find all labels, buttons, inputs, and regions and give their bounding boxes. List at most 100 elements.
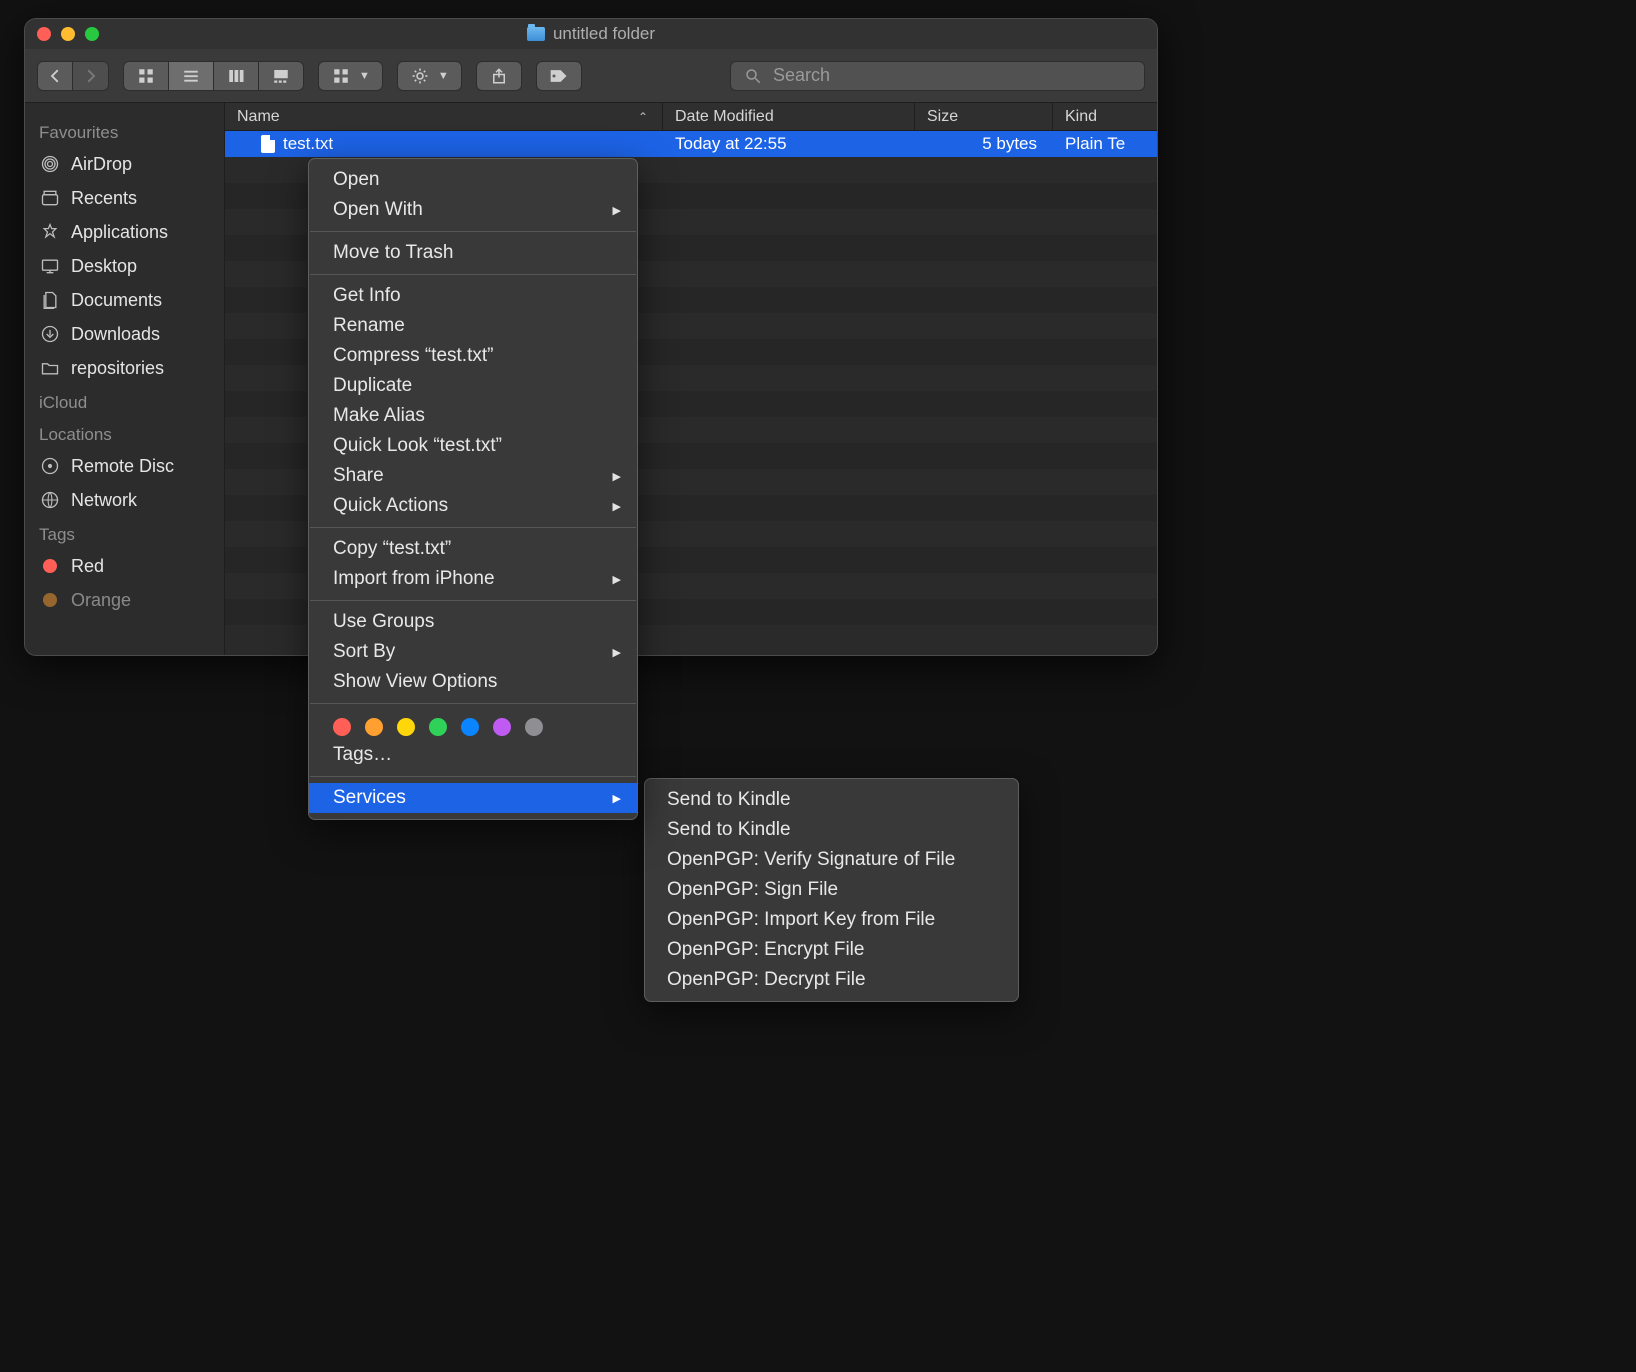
applications-icon (39, 221, 61, 243)
share-button[interactable] (476, 61, 522, 91)
column-header-label: Size (927, 108, 958, 126)
list-view-button[interactable] (169, 61, 214, 91)
menu-item-make-alias[interactable]: Make Alias (309, 401, 637, 431)
window-controls (37, 27, 99, 41)
menu-item-share[interactable]: Share (309, 461, 637, 491)
sidebar-item-remote-disc[interactable]: Remote Disc (25, 449, 224, 483)
action-button[interactable]: ▼ (397, 61, 462, 91)
sidebar-heading-locations: Locations (25, 417, 224, 449)
menu-item-get-info[interactable]: Get Info (309, 281, 637, 311)
submenu-item[interactable]: OpenPGP: Sign File (645, 875, 1018, 905)
tag-color-option[interactable] (397, 718, 415, 736)
menu-item-open-with[interactable]: Open With (309, 195, 637, 225)
icon-view-button[interactable] (123, 61, 169, 91)
maximize-window-button[interactable] (85, 27, 99, 41)
column-header-size[interactable]: Size (915, 103, 1053, 130)
submenu-item[interactable]: OpenPGP: Encrypt File (645, 935, 1018, 965)
menu-item-label: Quick Actions (333, 495, 448, 517)
sidebar-item-downloads[interactable]: Downloads (25, 317, 224, 351)
services-submenu[interactable]: Send to KindleSend to KindleOpenPGP: Ver… (644, 778, 1019, 1002)
tag-color-option[interactable] (365, 718, 383, 736)
menu-item-label: Move to Trash (333, 242, 453, 264)
chevron-right-icon (81, 67, 101, 85)
menu-item-move-to-trash[interactable]: Move to Trash (309, 238, 637, 268)
sidebar-item-repositories[interactable]: repositories (25, 351, 224, 385)
nav-group (37, 61, 109, 91)
sidebar-item-label: Applications (71, 222, 168, 243)
documents-icon (39, 289, 61, 311)
menu-item-tags[interactable]: Tags… (309, 740, 637, 770)
search-placeholder: Search (773, 65, 830, 86)
menu-separator (310, 231, 636, 232)
menu-item-services[interactable]: Services (309, 783, 637, 813)
menu-item-label: Services (333, 787, 406, 809)
menu-item-open[interactable]: Open (309, 165, 637, 195)
menu-item-sort-by[interactable]: Sort By (309, 637, 637, 667)
submenu-item[interactable]: Send to Kindle (645, 785, 1018, 815)
tag-color-option[interactable] (461, 718, 479, 736)
sidebar-item-label: repositories (71, 358, 164, 379)
column-header-date[interactable]: Date Modified (663, 103, 915, 130)
column-header-label: Kind (1065, 108, 1097, 126)
chevron-down-icon: ▼ (438, 70, 449, 82)
sidebar-tag-orange[interactable]: Orange (25, 583, 224, 617)
tag-color-option[interactable] (429, 718, 447, 736)
tag-color-option[interactable] (333, 718, 351, 736)
sidebar-item-label: Red (71, 556, 104, 577)
submenu-item[interactable]: OpenPGP: Import Key from File (645, 905, 1018, 935)
sidebar-tag-red[interactable]: Red (25, 549, 224, 583)
list-icon (181, 67, 201, 85)
back-button[interactable] (37, 61, 73, 91)
column-view-button[interactable] (214, 61, 259, 91)
chevron-down-icon: ▼ (359, 70, 370, 82)
sidebar-item-label: Downloads (71, 324, 160, 345)
column-header-name[interactable]: Name ⌃ (225, 103, 663, 130)
menu-item-rename[interactable]: Rename (309, 311, 637, 341)
arrange-button[interactable]: ▼ (318, 61, 383, 91)
context-menu[interactable]: Open Open With Move to Trash Get Info Re… (308, 158, 638, 820)
menu-item-copy[interactable]: Copy “test.txt” (309, 534, 637, 564)
file-date: Today at 22:55 (675, 134, 787, 153)
menu-item-quick-look[interactable]: Quick Look “test.txt” (309, 431, 637, 461)
tag-color-icon (39, 555, 61, 577)
close-window-button[interactable] (37, 27, 51, 41)
menu-item-show-view-options[interactable]: Show View Options (309, 667, 637, 697)
sidebar-item-airdrop[interactable]: AirDrop (25, 147, 224, 181)
titlebar: untitled folder (25, 19, 1157, 49)
folder-icon (527, 27, 545, 41)
sidebar-item-desktop[interactable]: Desktop (25, 249, 224, 283)
sidebar-item-network[interactable]: Network (25, 483, 224, 517)
sidebar-item-documents[interactable]: Documents (25, 283, 224, 317)
tag-color-option[interactable] (493, 718, 511, 736)
sidebar-item-applications[interactable]: Applications (25, 215, 224, 249)
gallery-view-button[interactable] (259, 61, 304, 91)
tag-color-option[interactable] (525, 718, 543, 736)
network-icon (39, 489, 61, 511)
text-document-icon (261, 135, 275, 153)
menu-item-label: Get Info (333, 285, 401, 307)
submenu-item[interactable]: OpenPGP: Verify Signature of File (645, 845, 1018, 875)
menu-item-label: Compress “test.txt” (333, 345, 493, 367)
menu-item-label: Duplicate (333, 375, 412, 397)
column-header-kind[interactable]: Kind (1053, 103, 1157, 130)
menu-item-label: Make Alias (333, 405, 425, 427)
file-row-selected[interactable]: test.txt Today at 22:55 5 bytes Plain Te (225, 131, 1157, 157)
menu-item-use-groups[interactable]: Use Groups (309, 607, 637, 637)
menu-item-label: Import from iPhone (333, 568, 495, 590)
gear-icon (410, 67, 430, 85)
menu-tag-colors (309, 710, 637, 740)
menu-item-compress[interactable]: Compress “test.txt” (309, 341, 637, 371)
submenu-item[interactable]: OpenPGP: Decrypt File (645, 965, 1018, 995)
menu-item-quick-actions[interactable]: Quick Actions (309, 491, 637, 521)
minimize-window-button[interactable] (61, 27, 75, 41)
disc-icon (39, 455, 61, 477)
tags-button[interactable] (536, 61, 582, 91)
menu-separator (310, 600, 636, 601)
search-field[interactable]: Search (730, 61, 1145, 91)
menu-item-duplicate[interactable]: Duplicate (309, 371, 637, 401)
menu-item-import-iphone[interactable]: Import from iPhone (309, 564, 637, 594)
forward-button[interactable] (73, 61, 109, 91)
sidebar-item-recents[interactable]: Recents (25, 181, 224, 215)
submenu-item[interactable]: Send to Kindle (645, 815, 1018, 845)
menu-item-label: Share (333, 465, 384, 487)
